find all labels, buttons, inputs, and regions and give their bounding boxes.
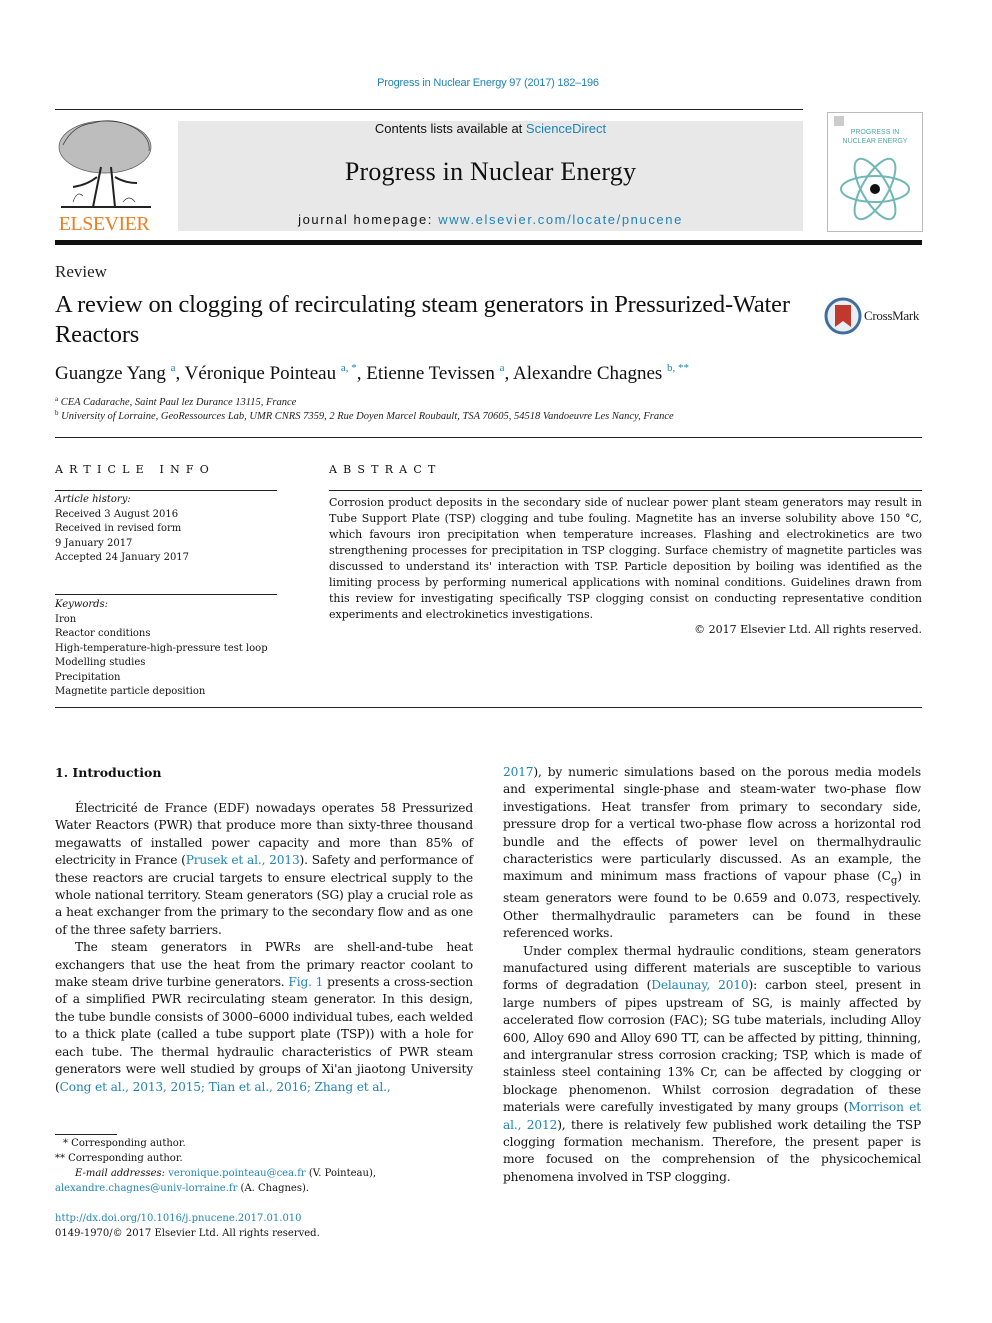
doi-block: http://dx.doi.org/10.1016/j.pnucene.2017… bbox=[55, 1211, 320, 1241]
keyword: Modelling studies bbox=[55, 657, 146, 668]
paper-title: A review on clogging of recirculating st… bbox=[55, 291, 790, 348]
abstract-text: Corrosion product deposits in the second… bbox=[329, 496, 922, 621]
author-name[interactable]: Alexandre Chagnes bbox=[513, 363, 662, 384]
crossmark-label: CrossMark bbox=[864, 308, 920, 323]
cover-title-line2: NUCLEAR ENERGY bbox=[842, 138, 908, 145]
contents-line: Contents lists available at ScienceDirec… bbox=[178, 121, 803, 136]
affiliation-text: University of Lorraine, GeoRessources La… bbox=[61, 411, 674, 422]
elsevier-logo[interactable]: ELSEVIER bbox=[53, 117, 155, 237]
crossmark-button[interactable]: CrossMark bbox=[824, 296, 924, 336]
doi-link[interactable]: http://dx.doi.org/10.1016/j.pnucene.2017… bbox=[55, 1211, 320, 1226]
keyword: Reactor conditions bbox=[55, 628, 151, 639]
elsevier-wordmark: ELSEVIER bbox=[58, 213, 150, 235]
author-name[interactable]: Etienne Tevissen bbox=[366, 363, 495, 384]
email-owner: (A. Chagnes). bbox=[237, 1183, 310, 1194]
section-heading: 1. Introduction bbox=[55, 765, 162, 780]
affiliation-mark: a bbox=[55, 395, 59, 403]
keyword: Iron bbox=[55, 613, 77, 625]
keywords-rule bbox=[55, 594, 277, 595]
footnote-corresponding: * Corresponding author. bbox=[63, 1138, 186, 1149]
sciencedirect-link[interactable]: ScienceDirect bbox=[526, 121, 606, 136]
paragraph: Électricité de France (EDF) nowadays ope… bbox=[55, 800, 473, 939]
keywords-label: Keywords: bbox=[55, 599, 109, 610]
paragraph-text: ), by numeric simulations based on the p… bbox=[503, 765, 921, 884]
crossmark-icon bbox=[824, 297, 862, 335]
affiliation-text: CEA Cadarache, Saint Paul lez Durance 13… bbox=[60, 397, 297, 408]
paragraph: 2017), by numeric simulations based on t… bbox=[503, 764, 921, 943]
footnote-emails: E-mail addresses: veronique.pointeau@cea… bbox=[55, 1166, 475, 1196]
keywords-list: Keywords: Iron Reactor conditions High-t… bbox=[55, 598, 280, 700]
history-label: Article history: bbox=[55, 494, 131, 505]
homepage-link[interactable]: www.elsevier.com/locate/pnucene bbox=[438, 212, 683, 227]
author-marks[interactable]: a bbox=[500, 362, 505, 374]
abstract-heading: ABSTRACT bbox=[329, 463, 442, 476]
citation-link[interactable]: 2017 bbox=[503, 765, 534, 779]
affiliation: b University of Lorraine, GeoRessources … bbox=[55, 409, 674, 422]
email-link[interactable]: alexandre.chagnes@univ-lorraine.fr bbox=[55, 1183, 237, 1194]
elsevier-tree-icon bbox=[58, 120, 152, 208]
history-item: Received in revised form bbox=[55, 523, 182, 534]
abstract-rule bbox=[329, 490, 922, 491]
cover-publisher-mark bbox=[834, 116, 844, 126]
paragraph: Under complex thermal hydraulic conditio… bbox=[503, 943, 921, 1187]
keyword: Magnetite particle deposition bbox=[55, 686, 206, 697]
history-item: Received 3 August 2016 bbox=[55, 508, 179, 520]
article-info-heading: ARTICLE INFO bbox=[55, 463, 215, 476]
journal-title: Progress in Nuclear Energy bbox=[344, 157, 637, 186]
atom-icon bbox=[840, 157, 910, 221]
citation-link[interactable]: Cong et al., 2013, 2015; Tian et al., 20… bbox=[60, 1080, 391, 1094]
history-item: Accepted 24 January 2017 bbox=[55, 552, 190, 563]
history-item: 9 January 2017 bbox=[55, 537, 133, 549]
header-bottom-rule bbox=[55, 240, 922, 245]
journal-cover-thumbnail[interactable]: PROGRESS IN NUCLEAR ENERGY bbox=[827, 112, 923, 232]
paragraph-text: ), there is relatively few published wor… bbox=[503, 1117, 922, 1184]
author-marks[interactable]: a bbox=[171, 362, 176, 374]
abstract-copyright: © 2017 Elsevier Ltd. All rights reserved… bbox=[694, 623, 922, 636]
journal-reference[interactable]: Progress in Nuclear Energy 97 (2017) 182… bbox=[0, 77, 976, 89]
email-label: E-mail addresses: bbox=[75, 1168, 169, 1179]
article-info-rule bbox=[55, 490, 277, 491]
journal-homepage: journal homepage: www.elsevier.com/locat… bbox=[178, 212, 803, 227]
citation-link[interactable]: Delaunay, 2010 bbox=[651, 978, 748, 992]
author-list: Guangze Yang a, Véronique Pointeau a, *,… bbox=[55, 362, 690, 384]
keyword: High-temperature-high-pressure test loop bbox=[55, 642, 268, 654]
citation-link[interactable]: Prusek et al., 2013 bbox=[186, 853, 300, 867]
journal-banner: Contents lists available at ScienceDirec… bbox=[178, 121, 803, 231]
email-link[interactable]: veronique.pointeau@cea.fr bbox=[168, 1168, 306, 1179]
figure-link[interactable]: Fig. 1 bbox=[288, 975, 323, 989]
footnote-corresponding: ** Corresponding author. bbox=[55, 1153, 183, 1164]
paragraph-text: ): carbon steel, present in large number… bbox=[503, 978, 921, 1115]
cover-title-line1: PROGRESS IN bbox=[850, 129, 900, 136]
email-owner: (V. Pointeau), bbox=[305, 1168, 377, 1179]
affiliation: a CEA Cadarache, Saint Paul lez Durance … bbox=[55, 395, 296, 408]
article-type-label: Review bbox=[55, 262, 107, 281]
cover-title: PROGRESS IN NUCLEAR ENERGY bbox=[828, 128, 922, 146]
author-name[interactable]: Guangze Yang bbox=[55, 363, 166, 384]
article-history: Article history: Received 3 August 2016 … bbox=[55, 493, 280, 566]
paragraph-text: presents a cross-section of a simplified… bbox=[55, 975, 473, 1094]
issn-copyright: 0149-1970/© 2017 Elsevier Ltd. All right… bbox=[55, 1228, 320, 1239]
footnote-rule bbox=[55, 1134, 117, 1135]
author-marks[interactable]: b, ** bbox=[667, 362, 689, 374]
title-bottom-rule bbox=[55, 437, 922, 438]
abstract-bottom-rule bbox=[55, 707, 922, 708]
paragraph: The steam generators in PWRs are shell-a… bbox=[55, 939, 473, 1096]
body-column-right: 2017), by numeric simulations based on t… bbox=[503, 764, 921, 1186]
affiliation-mark: b bbox=[55, 409, 59, 417]
keyword: Precipitation bbox=[55, 671, 121, 683]
footnotes: * Corresponding author. ** Corresponding… bbox=[55, 1136, 475, 1196]
contents-prefix: Contents lists available at bbox=[374, 121, 526, 136]
body-column-left: Électricité de France (EDF) nowadays ope… bbox=[55, 800, 473, 1096]
homepage-prefix: journal homepage: bbox=[298, 212, 439, 227]
author-marks[interactable]: a, * bbox=[341, 362, 357, 374]
author-name[interactable]: Véronique Pointeau bbox=[185, 363, 336, 384]
header-top-rule bbox=[55, 109, 803, 110]
